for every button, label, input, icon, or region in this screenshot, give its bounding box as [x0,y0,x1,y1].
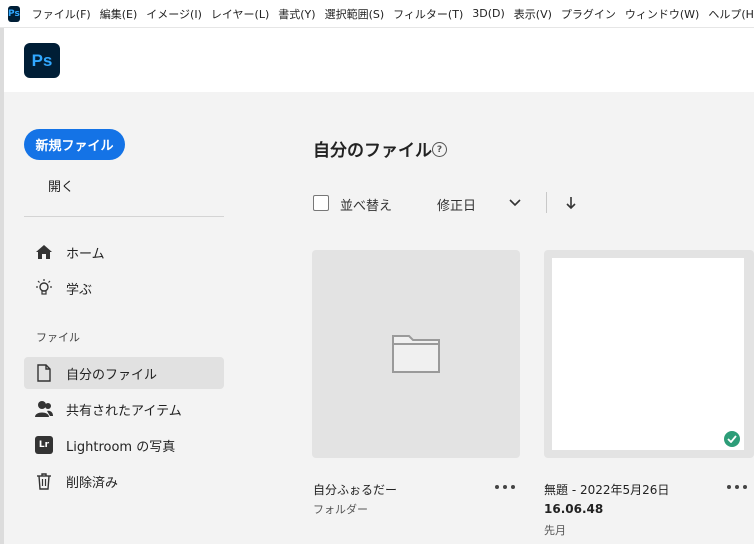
file-name[interactable]: 自分ふぉるだー [313,481,397,498]
folder-icon [391,330,441,378]
files-section-label: ファイル [36,331,80,344]
menu-select[interactable]: 選択範囲(S) [325,6,385,22]
new-file-button[interactable]: 新規ファイル [24,129,125,160]
sidebar-item-deleted[interactable]: 削除済み [24,465,224,497]
lightbulb-icon [34,278,54,298]
more-options-icon[interactable] [495,482,515,492]
file-modified: 先月 [544,524,566,537]
menu-help[interactable]: ヘルプ(H) [708,6,754,22]
page-title: 自分のファイル [313,141,432,161]
people-icon [34,399,54,419]
file-type-label: フォルダー [313,503,368,516]
menu-file[interactable]: ファイル(F) [32,6,91,22]
lightroom-icon-text: Lr [35,436,53,454]
menu-bar: Ps ファイル(F) 編集(E) イメージ(I) レイヤー(L) 書式(Y) 選… [0,0,754,28]
sidebar-item-label: ホーム [66,246,105,262]
sidebar-item-label: 削除済み [66,475,119,491]
menu-3d[interactable]: 3D(D) [472,7,505,20]
sort-divider [546,192,547,213]
document-preview [552,258,744,450]
sidebar-item-learn[interactable]: 学ぶ [24,272,224,304]
document-thumbnail[interactable] [544,250,754,458]
trash-icon [34,471,54,491]
menu-filter[interactable]: フィルター(T) [393,6,463,22]
arrow-down-icon[interactable] [562,194,580,212]
sidebar-item-label: 共有されたアイテム [66,403,182,419]
lightroom-icon: Lr [34,435,54,455]
menu-image[interactable]: イメージ(I) [146,6,202,22]
sort-field-dropdown[interactable]: 修正日 [437,195,476,214]
sidebar-item-shared[interactable]: 共有されたアイテム [24,393,224,425]
sidebar-item-home[interactable]: ホーム [24,236,224,268]
sort-label[interactable]: 並べ替え [340,195,392,214]
folder-thumbnail[interactable] [312,250,520,458]
document-icon [34,363,54,383]
photoshop-app-icon[interactable]: Ps [8,5,20,22]
file-name[interactable]: 無題 - 2022年5月26日 [544,481,669,498]
more-options-icon[interactable] [727,482,747,492]
sidebar-item-lightroom[interactable]: Lr Lightroom の写真 [24,429,224,461]
menu-type[interactable]: 書式(Y) [278,6,315,22]
menu-plugins[interactable]: プラグイン [561,6,616,22]
menu-view[interactable]: 表示(V) [514,6,552,22]
sort-checkbox[interactable] [313,195,329,211]
sidebar-item-my-files[interactable]: 自分のファイル [24,357,224,389]
window-left-border [0,28,4,544]
open-button[interactable]: 開く [48,176,74,195]
synced-check-icon [724,431,740,447]
sidebar-divider [24,216,224,217]
chevron-down-icon[interactable] [507,195,523,211]
photoshop-logo: Ps [24,43,60,78]
file-time: 16.06.48 [544,502,604,516]
help-icon[interactable]: ? [432,142,447,157]
sidebar-item-label: 自分のファイル [66,367,158,383]
menu-window[interactable]: ウィンドウ(W) [625,6,699,22]
sidebar-item-label: Lightroom の写真 [66,439,176,455]
app-header: Ps [4,28,754,92]
home-icon [34,242,54,262]
menu-layer[interactable]: レイヤー(L) [211,6,269,22]
menu-edit[interactable]: 編集(E) [100,6,138,22]
sidebar-item-label: 学ぶ [66,282,93,298]
